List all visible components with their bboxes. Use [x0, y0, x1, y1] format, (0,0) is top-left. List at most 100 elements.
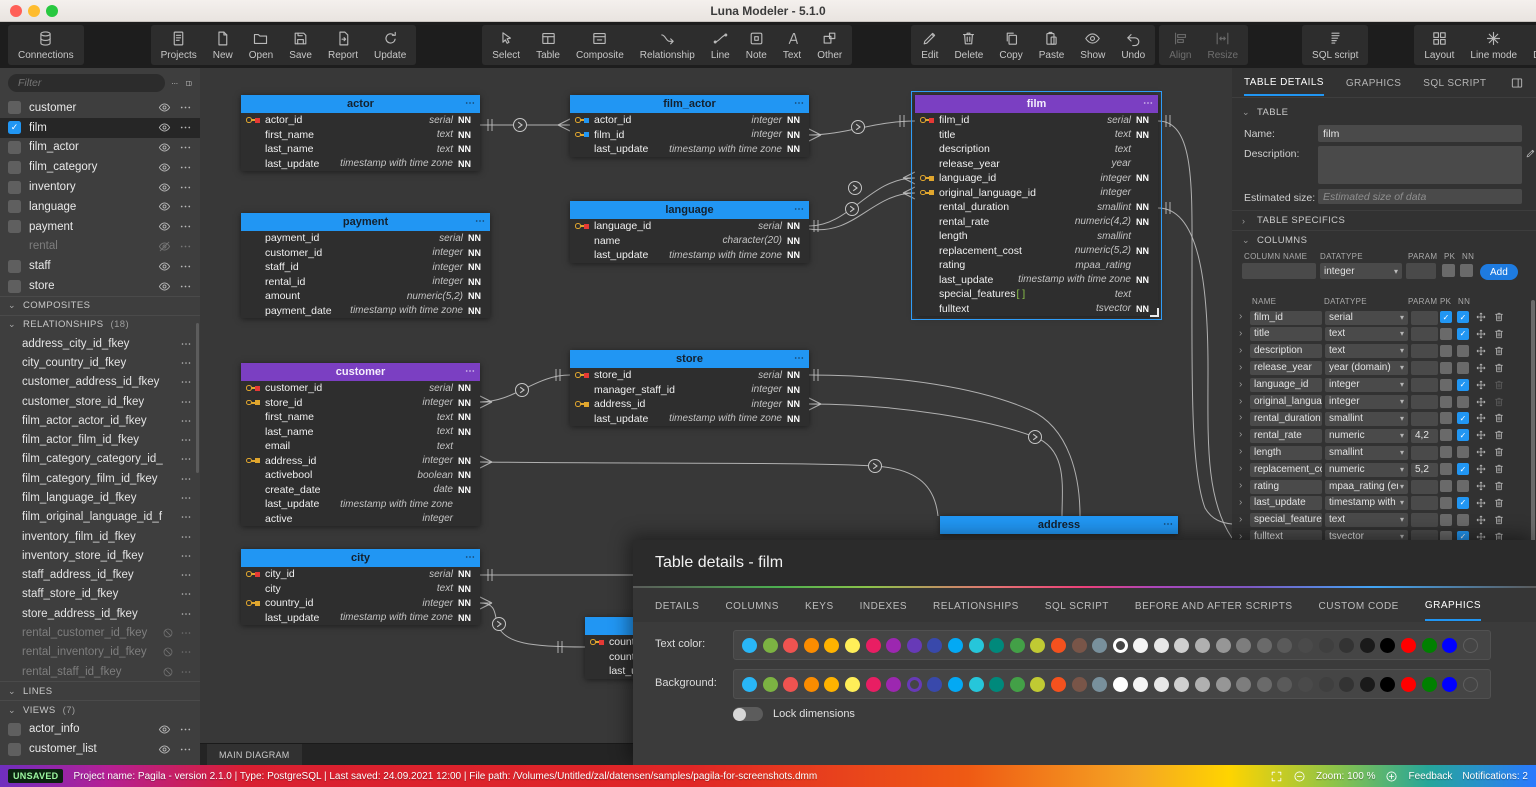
- delete-column-icon[interactable]: [1493, 412, 1505, 424]
- sidebar-item-film[interactable]: ✓film: [0, 118, 200, 138]
- chevron-right-icon[interactable]: ›: [1239, 497, 1242, 508]
- table-column-row[interactable]: last_updatetimestamp with time zoneNN: [241, 611, 480, 626]
- item-menu-icon[interactable]: [180, 415, 192, 427]
- move-column-icon[interactable]: [1475, 480, 1487, 492]
- panel-columns-icon[interactable]: [185, 77, 193, 90]
- table-column-row[interactable]: language_idserialNN: [570, 219, 809, 234]
- column-name-input[interactable]: rental_duration: [1250, 412, 1322, 426]
- panel-tab-table-details[interactable]: TABLE DETAILS: [1244, 69, 1324, 96]
- delete-column-icon[interactable]: [1493, 446, 1505, 458]
- column-datatype-select[interactable]: numeric▾: [1325, 429, 1408, 443]
- table-menu-icon[interactable]: ⋯: [794, 95, 804, 113]
- column-datatype-select[interactable]: timestamp with▾: [1325, 496, 1408, 510]
- table-column-row[interactable]: fulltexttsvectorNN: [915, 302, 1158, 317]
- modal-tab-details[interactable]: DETAILS: [655, 591, 699, 620]
- table-column-row[interactable]: release_yearyear: [915, 157, 1158, 172]
- color-swatch-fb8c00[interactable]: [804, 677, 819, 692]
- sidebar-relationship-film-actor-actor-id-fkey[interactable]: film_actor_actor_id_fkey: [0, 411, 200, 430]
- sidebar-relationship-customer-address-id-fkey[interactable]: customer_address_id_fkey: [0, 373, 200, 392]
- nn-checkbox[interactable]: [1457, 362, 1469, 374]
- move-column-icon[interactable]: [1475, 429, 1487, 441]
- add-pk-checkbox[interactable]: [1442, 264, 1455, 277]
- color-swatch-b0b0b0[interactable]: [1195, 677, 1210, 692]
- color-swatch-cfcfcf[interactable]: [1174, 638, 1189, 653]
- color-swatch-26c6da[interactable]: [969, 677, 984, 692]
- add-column-button[interactable]: Add: [1480, 264, 1518, 280]
- table-menu-icon[interactable]: ⋯: [794, 350, 804, 368]
- chevron-right-icon[interactable]: ›: [1239, 429, 1242, 440]
- table-header[interactable]: film_actor⋯: [570, 95, 809, 113]
- table-column-row[interactable]: replacement_costnumeric(5,2)NN: [915, 244, 1158, 259]
- move-column-icon[interactable]: [1475, 345, 1487, 357]
- chevron-right-icon[interactable]: ›: [1239, 328, 1242, 339]
- pk-checkbox[interactable]: [1440, 514, 1452, 526]
- table-column-row[interactable]: actor_idserialNN: [241, 113, 480, 128]
- sidebar-relationship-rental-inventory-id-fkey[interactable]: rental_inventory_id_fkey: [0, 643, 200, 662]
- toolbar-button-other[interactable]: Other: [809, 27, 850, 63]
- item-menu-icon[interactable]: [179, 200, 192, 213]
- modal-tab-custom-code[interactable]: CUSTOM CODE: [1319, 591, 1399, 620]
- nn-checkbox[interactable]: ✓: [1457, 463, 1469, 475]
- toolbar-button-copy[interactable]: Copy: [991, 27, 1030, 63]
- eye-icon[interactable]: [158, 121, 171, 134]
- item-menu-icon[interactable]: [180, 550, 192, 562]
- pk-checkbox[interactable]: [1440, 446, 1452, 458]
- item-menu-icon[interactable]: [179, 280, 192, 293]
- color-swatch-9c27b0[interactable]: [886, 638, 901, 653]
- color-swatch-333333[interactable]: [1339, 638, 1354, 653]
- column-name-input[interactable]: original_language_id: [1250, 395, 1322, 409]
- pk-checkbox[interactable]: [1440, 429, 1452, 441]
- toolbar-button-show[interactable]: Show: [1072, 27, 1113, 63]
- modal-tab-indexes[interactable]: INDEXES: [860, 591, 907, 620]
- table-column-row[interactable]: first_nametextNN: [241, 410, 480, 425]
- color-swatch-26c6da[interactable]: [969, 638, 984, 653]
- color-swatch-ffffff[interactable]: [1113, 638, 1128, 653]
- item-menu-icon[interactable]: [179, 260, 192, 273]
- sidebar-relationship-film-language-id-fkey[interactable]: film_language_id_fkey: [0, 488, 200, 507]
- table-header[interactable]: film⋯: [915, 95, 1158, 113]
- table-column-row[interactable]: create_datedateNN: [241, 483, 480, 498]
- color-swatch-e91e63[interactable]: [866, 677, 881, 692]
- column-datatype-select[interactable]: smallint▾: [1325, 446, 1408, 460]
- table-menu-icon[interactable]: ⋯: [1163, 516, 1173, 534]
- table-column-row[interactable]: last_nametextNN: [241, 142, 480, 157]
- diagram-table-language[interactable]: language⋯language_idserialNNnamecharacte…: [570, 201, 809, 263]
- table-checkbox[interactable]: ✓: [8, 121, 21, 134]
- table-column-row[interactable]: film_idserialNN: [915, 113, 1158, 128]
- column-datatype-select[interactable]: smallint▾: [1325, 412, 1408, 426]
- column-name-input[interactable]: title: [1250, 327, 1322, 341]
- diagram-table-actor[interactable]: actor⋯actor_idserialNNfirst_nametextNNla…: [241, 95, 480, 171]
- sidebar-relationship-film-actor-film-id-fkey[interactable]: film_actor_film_id_fkey: [0, 430, 200, 449]
- move-column-icon[interactable]: [1475, 412, 1487, 424]
- item-menu-icon[interactable]: [179, 240, 192, 253]
- view-checkbox[interactable]: [8, 743, 21, 756]
- chevron-right-icon[interactable]: ›: [1239, 514, 1242, 525]
- toolbar-button-line-mode[interactable]: Line mode: [1462, 27, 1525, 63]
- item-menu-icon[interactable]: [180, 396, 192, 408]
- table-menu-icon[interactable]: ⋯: [794, 201, 804, 219]
- move-column-icon[interactable]: [1475, 446, 1487, 458]
- move-column-icon[interactable]: [1475, 514, 1487, 526]
- color-swatch-e8e8e8[interactable]: [1154, 638, 1169, 653]
- pk-checkbox[interactable]: [1440, 362, 1452, 374]
- column-param-input[interactable]: [1411, 496, 1438, 510]
- eye-icon[interactable]: [158, 200, 171, 213]
- table-column-row[interactable]: last_updatetimestamp with time zone: [241, 497, 480, 512]
- estimated-size-input[interactable]: [1318, 189, 1522, 204]
- color-swatch-7d7d7d[interactable]: [1236, 638, 1251, 653]
- toolbar-button-connections[interactable]: Connections: [10, 27, 82, 63]
- table-column-row[interactable]: emailtext: [241, 439, 480, 454]
- pk-checkbox[interactable]: [1440, 463, 1452, 475]
- color-swatch-f5f5f5[interactable]: [1133, 677, 1148, 692]
- sidebar-view-actor-info[interactable]: actor_info: [0, 719, 200, 739]
- item-menu-icon[interactable]: [180, 531, 192, 543]
- table-column-row[interactable]: last_updatetimestamp with time zoneNN: [915, 273, 1158, 288]
- toolbar-button-report[interactable]: Report: [320, 27, 366, 63]
- add-column-name-input[interactable]: [1242, 263, 1316, 279]
- column-datatype-select[interactable]: serial▾: [1325, 311, 1408, 325]
- add-datatype-select[interactable]: integer▾: [1320, 263, 1402, 279]
- modal-tab-keys[interactable]: KEYS: [805, 591, 834, 620]
- eye-off-icon[interactable]: [158, 240, 171, 253]
- toolbar-button-resize[interactable]: Resize: [1199, 27, 1246, 63]
- diagram-table-store[interactable]: store⋯store_idserialNNmanager_staff_idin…: [570, 350, 809, 426]
